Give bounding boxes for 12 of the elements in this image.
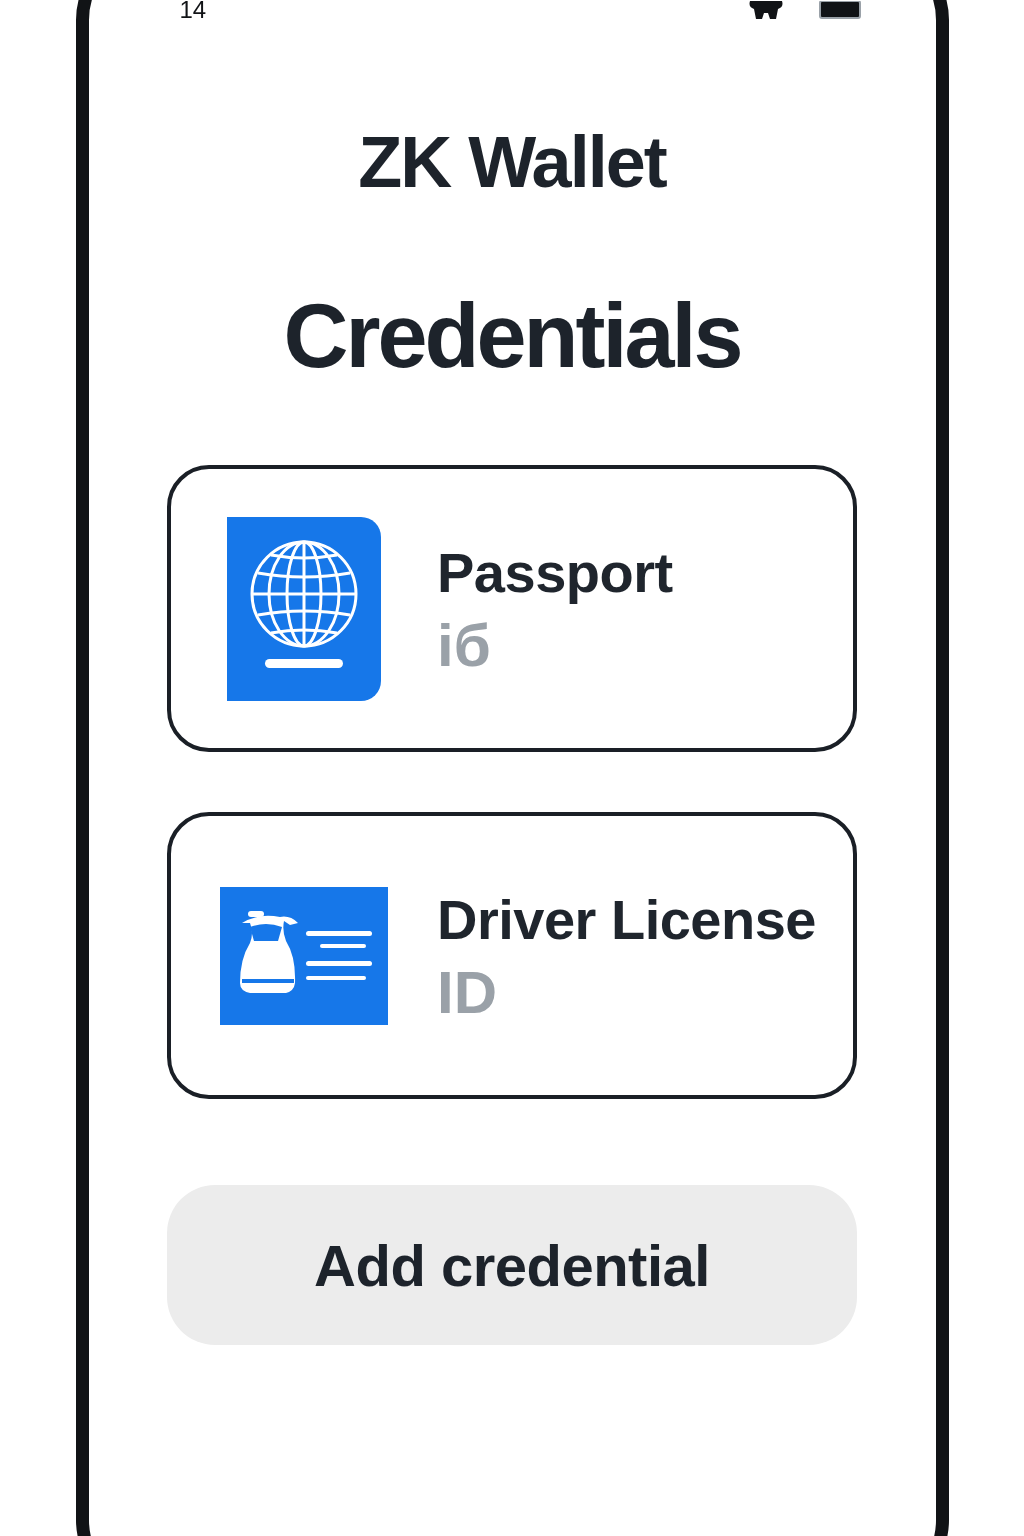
section-title: Credentials bbox=[283, 291, 741, 381]
credential-name: Passport bbox=[437, 539, 673, 606]
credential-subtitle: iб bbox=[437, 612, 491, 679]
credential-card[interactable]: Passport iб bbox=[167, 465, 857, 752]
credential-name: Driver License bbox=[437, 886, 816, 953]
add-credential-button[interactable]: Add credential bbox=[167, 1185, 857, 1345]
passport-globe-icon bbox=[227, 516, 381, 701]
credential-subtitle: ID bbox=[437, 959, 497, 1026]
status-time: 14 bbox=[179, 0, 207, 20]
app-title: ZK Wallet bbox=[358, 126, 666, 198]
id-card-icon bbox=[220, 886, 388, 1025]
credential-card[interactable]: Driver License ID bbox=[167, 812, 857, 1099]
